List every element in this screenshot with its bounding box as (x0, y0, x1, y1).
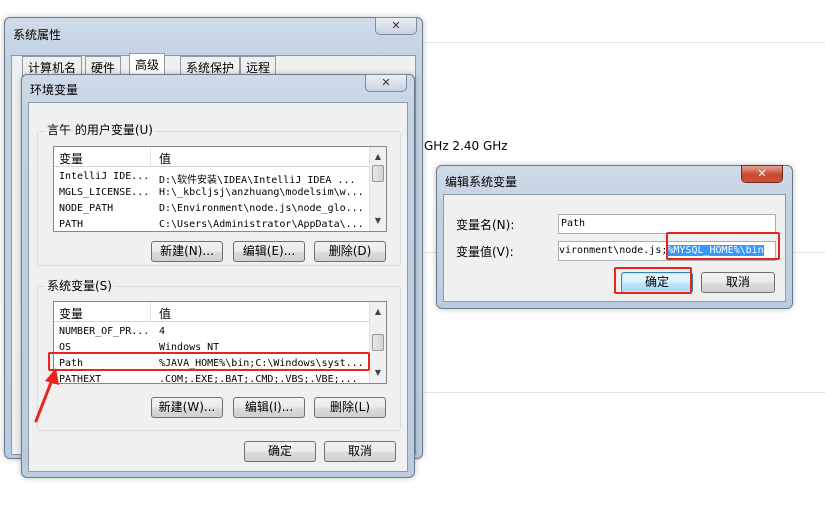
dialog-title: 编辑系统变量 (445, 175, 518, 189)
user-variables-list[interactable]: 变量 值 IntelliJ IDE... D:\软件安装\IDEA\Intell… (53, 146, 387, 232)
variable-name-field[interactable]: Path (558, 214, 776, 234)
scroll-thumb[interactable] (372, 165, 384, 182)
cell-value: D:\Environment\node.js\node_glo... (159, 203, 364, 214)
close-button[interactable]: ✕ (375, 17, 417, 35)
cell-name: PATHEXT (59, 374, 102, 384)
list-header: 变量 值 (54, 147, 369, 167)
cell-value: C:\Users\Administrator\AppData\... (159, 219, 364, 230)
variable-name-label: 变量名(N): (456, 218, 515, 232)
system-variables-list[interactable]: 变量 值 NUMBER_OF_PR... 4 OS Windows_NT Pat… (53, 301, 387, 384)
close-button[interactable]: ✕ (365, 74, 407, 92)
env-ok-button[interactable]: 确定 (244, 441, 316, 462)
column-variable[interactable]: 变量 (59, 305, 83, 322)
table-row[interactable]: NUMBER_OF_PR... 4 (54, 324, 369, 341)
cell-value: H:\_kbcljsj\anzhuang\modelsim\w... (159, 187, 364, 198)
ok-button-highlight (614, 267, 692, 294)
edit-cancel-button[interactable]: 取消 (701, 272, 775, 293)
bg-cpu-speed: GHz 2.40 GHz (424, 139, 508, 153)
cell-name: NODE_PATH (59, 203, 114, 214)
path-row-highlight (48, 352, 370, 371)
table-row[interactable]: PATH C:\Users\Administrator\AppData\... (54, 217, 369, 231)
scroll-thumb[interactable] (372, 334, 384, 351)
bg-divider-low (415, 392, 825, 393)
dialog-title: 环境变量 (30, 83, 79, 97)
cell-name: IntelliJ IDE... (59, 171, 147, 182)
cell-value: D:\软件安装\IDEA\IntelliJ IDEA ... (159, 175, 356, 186)
bg-divider-top (420, 42, 825, 43)
scroll-up-icon[interactable]: ▲ (370, 304, 386, 320)
column-value[interactable]: 值 (159, 150, 171, 167)
table-row[interactable]: NODE_PATH D:\Environment\node.js\node_gl… (54, 201, 369, 218)
table-row[interactable]: MGLS_LICENSE... H:\_kbcljsj\anzhuang\mod… (54, 185, 369, 202)
column-variable[interactable]: 变量 (59, 150, 83, 167)
user-delete-button[interactable]: 删除(D) (314, 241, 386, 262)
red-arrow-icon (34, 368, 59, 423)
window-title: 系统属性 (13, 28, 62, 42)
cell-name: MGLS_LICENSE... (59, 187, 147, 198)
system-new-button[interactable]: 新建(W)... (151, 397, 223, 418)
cell-value: .COM;.EXE;.BAT;.CMD;.VBS;.VBE;... (159, 374, 358, 384)
system-list-scrollbar[interactable]: ▲ ▼ (369, 302, 386, 383)
user-edit-button[interactable]: 编辑(E)... (233, 241, 305, 262)
cell-name: NUMBER_OF_PR... (59, 326, 147, 337)
list-header: 变量 值 (54, 302, 369, 322)
user-list-scrollbar[interactable]: ▲ ▼ (369, 147, 386, 231)
environment-variables-dialog: 环境变量 ✕ 言午 的用户变量(U) 变量 值 IntelliJ IDE... … (21, 74, 415, 478)
value-selection-highlight (666, 232, 780, 260)
user-new-button[interactable]: 新建(N)... (151, 241, 223, 262)
cell-name: PATH (59, 219, 84, 230)
table-row[interactable]: PATHEXT .COM;.EXE;.BAT;.CMD;.VBS;.VBE;..… (54, 372, 369, 384)
scroll-down-icon[interactable]: ▼ (370, 213, 386, 229)
system-delete-button[interactable]: 删除(L) (314, 397, 386, 418)
cell-value: 4 (159, 326, 166, 337)
close-button[interactable]: ✕ (741, 165, 783, 183)
variable-value-label: 变量值(V): (456, 245, 514, 259)
scroll-down-icon[interactable]: ▼ (370, 365, 386, 381)
column-value[interactable]: 值 (159, 305, 171, 322)
value-text: vironment\node.js; (559, 245, 668, 256)
env-client-area: 言午 的用户变量(U) 变量 值 IntelliJ IDE... D:\软件安装… (28, 102, 408, 472)
system-variables-label: 系统变量(S) (45, 277, 114, 294)
system-edit-button[interactable]: 编辑(I)... (233, 397, 305, 418)
user-variables-label: 言午 的用户变量(U) (45, 121, 155, 138)
env-cancel-button[interactable]: 取消 (324, 441, 396, 462)
table-row[interactable]: IntelliJ IDE... D:\软件安装\IDEA\IntelliJ ID… (54, 169, 369, 186)
scroll-up-icon[interactable]: ▲ (370, 149, 386, 165)
